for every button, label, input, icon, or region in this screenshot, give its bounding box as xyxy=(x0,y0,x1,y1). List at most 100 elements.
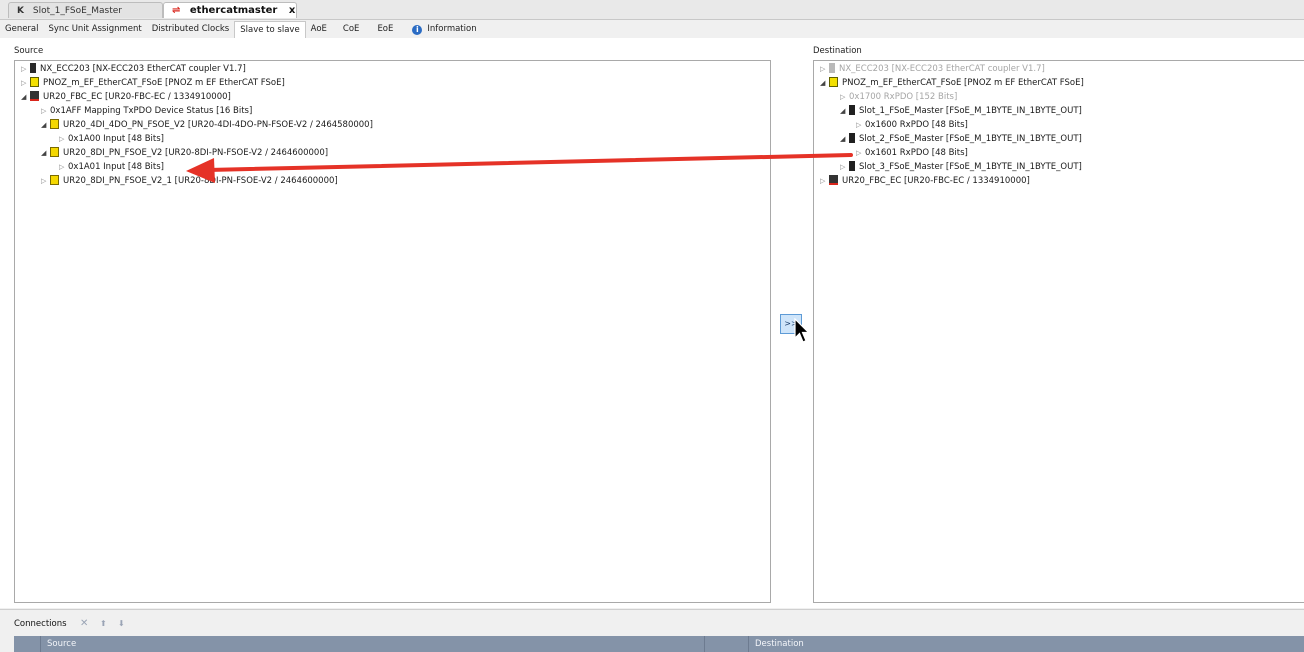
coupler-icon xyxy=(30,91,39,101)
close-icon[interactable]: x xyxy=(289,5,295,16)
editor-tab-bar: General Sync Unit Assignment Distributed… xyxy=(0,21,1304,39)
tree-item[interactable]: ◢ UR20_FBC_EC [UR20-FBC-EC / 1334910000] xyxy=(21,91,231,104)
module-icon xyxy=(50,147,59,157)
tab-information[interactable]: i Information xyxy=(407,21,481,38)
tree-item-label: UR20_FBC_EC [UR20-FBC-EC / 1334910000] xyxy=(842,176,1030,186)
delete-icon[interactable]: ✕ xyxy=(80,618,88,629)
expander-icon[interactable]: ▷ xyxy=(840,161,849,174)
expander-icon[interactable]: ◢ xyxy=(21,91,30,104)
tree-item-selected[interactable]: ▷ 0x1A01 Input [48 Bits] xyxy=(59,161,164,174)
slot-icon xyxy=(849,133,855,143)
tab-aoe[interactable]: AoE xyxy=(306,21,336,38)
tree-item-label: 0x1AFF Mapping TxPDO Device Status [16 B… xyxy=(50,106,253,116)
tree-item-label: NX_ECC203 [NX-ECC203 EtherCAT coupler V1… xyxy=(839,64,1045,74)
slot-icon: K xyxy=(17,6,24,16)
expander-icon[interactable]: ▷ xyxy=(820,175,829,188)
connections-grid-header: Source Destination xyxy=(14,636,1304,652)
coupler-icon xyxy=(829,175,838,185)
row-header-column xyxy=(14,636,40,652)
mouse-cursor-icon xyxy=(794,318,810,343)
doc-tab-label: ethercatmaster xyxy=(189,5,278,16)
tree-item[interactable]: ▷ NX_ECC203 [NX-ECC203 EtherCAT coupler V… xyxy=(21,63,246,76)
tree-item-label: 0x1600 RxPDO [48 Bits] xyxy=(865,120,968,130)
tree-item[interactable]: ▷ Slot_3_FSoE_Master [FSoE_M_1BYTE_IN_1BY… xyxy=(840,161,1082,174)
slot-icon xyxy=(849,161,855,171)
column-header-spacer xyxy=(704,636,748,652)
column-header-source[interactable]: Source xyxy=(40,636,704,652)
destination-tree[interactable]: ▷ NX_ECC203 [NX-ECC203 EtherCAT coupler V… xyxy=(813,60,1304,603)
tree-item-label: UR20_FBC_EC [UR20-FBC-EC / 1334910000] xyxy=(43,92,231,102)
tree-item[interactable]: ◢ Slot_2_FSoE_Master [FSoE_M_1BYTE_IN_1BY… xyxy=(840,133,1082,146)
expander-icon[interactable]: ▷ xyxy=(840,91,849,104)
doc-tab-label: Slot_1_FSoE_Master xyxy=(32,6,122,16)
destination-label: Destination xyxy=(813,46,862,56)
tree-item-label: 0x1A00 Input [48 Bits] xyxy=(68,134,164,144)
expander-icon[interactable]: ◢ xyxy=(41,119,50,132)
slot-icon xyxy=(849,105,855,115)
tree-item-label: 0x1700 RxPDO [152 Bits] xyxy=(849,92,958,102)
tree-item[interactable]: ◢ PNOZ_m_EF_EtherCAT_FSoE [PNOZ m EF Ethe… xyxy=(820,77,1084,90)
tree-item[interactable]: ◢ UR20_8DI_PN_FSOE_V2 [UR20-8DI-PN-FSOE-V… xyxy=(41,147,328,160)
tree-item[interactable]: ◢ UR20_4DI_4DO_PN_FSOE_V2 [UR20-4DI-4DO-P… xyxy=(41,119,373,132)
tree-item[interactable]: ◢ Slot_1_FSoE_Master [FSoE_M_1BYTE_IN_1BY… xyxy=(840,105,1082,118)
module-icon xyxy=(50,175,59,185)
module-icon xyxy=(50,119,59,129)
tree-item-label: Slot_3_FSoE_Master [FSoE_M_1BYTE_IN_1BYT… xyxy=(859,162,1082,172)
tree-item[interactable]: ▷ UR20_8DI_PN_FSOE_V2_1 [UR20-8DI-PN-FSOE… xyxy=(41,175,338,188)
tree-item[interactable]: ▷ 0x1700 RxPDO [152 Bits] xyxy=(840,91,957,104)
expander-icon[interactable]: ◢ xyxy=(840,105,849,118)
tree-item[interactable]: ▷ 0x1600 RxPDO [48 Bits] xyxy=(856,119,968,132)
tree-item[interactable]: ▷ UR20_FBC_EC [UR20-FBC-EC / 1334910000] xyxy=(820,175,1030,188)
pnoz-icon xyxy=(829,77,838,87)
tree-item-label: NX_ECC203 [NX-ECC203 EtherCAT coupler V1… xyxy=(40,64,246,74)
expander-icon[interactable]: ◢ xyxy=(41,147,50,160)
tree-item-selected[interactable]: ▷ 0x1601 RxPDO [48 Bits] xyxy=(856,147,968,160)
source-tree[interactable]: ▷ NX_ECC203 [NX-ECC203 EtherCAT coupler V… xyxy=(14,60,771,603)
move-up-icon[interactable]: ⬆ xyxy=(100,619,107,628)
expander-icon[interactable]: ◢ xyxy=(840,133,849,146)
pnoz-icon xyxy=(30,77,39,87)
connections-label: Connections xyxy=(14,619,67,629)
document-tab-bar: K Slot_1_FSoE_Master ⇌ ethercatmaster x xyxy=(0,0,1304,20)
expander-icon[interactable]: ◢ xyxy=(820,77,829,90)
tree-item-label: 0x1A01 Input [48 Bits] xyxy=(68,162,164,172)
tab-coe[interactable]: CoE xyxy=(336,21,372,38)
tree-item-label: Slot_1_FSoE_Master [FSoE_M_1BYTE_IN_1BYT… xyxy=(859,106,1082,116)
tab-general[interactable]: General xyxy=(0,21,44,38)
device-dim-icon xyxy=(829,63,835,73)
tab-information-label: Information xyxy=(427,24,477,34)
device-icon xyxy=(30,63,36,73)
info-icon: i xyxy=(412,25,423,35)
column-header-destination[interactable]: Destination xyxy=(748,636,1304,652)
ethercat-icon: ⇌ xyxy=(172,5,181,16)
tab-distributed-clocks[interactable]: Distributed Clocks xyxy=(147,21,235,38)
tree-item-label: PNOZ_m_EF_EtherCAT_FSoE [PNOZ m EF Ether… xyxy=(842,78,1084,88)
source-label: Source xyxy=(14,46,44,56)
expander-icon[interactable]: ▷ xyxy=(21,77,30,90)
tree-item-label: UR20_4DI_4DO_PN_FSOE_V2 [UR20-4DI-4DO-PN… xyxy=(63,120,373,130)
expander-icon[interactable]: ▷ xyxy=(856,119,865,132)
tree-item[interactable]: ▷ 0x1AFF Mapping TxPDO Device Status [16 … xyxy=(41,105,252,118)
doc-tab-slot-1-fsoe-master[interactable]: K Slot_1_FSoE_Master xyxy=(8,2,163,18)
expander-icon[interactable]: ▷ xyxy=(41,175,50,188)
tree-item[interactable]: ▷ NX_ECC203 [NX-ECC203 EtherCAT coupler V… xyxy=(820,63,1045,76)
tab-eoe[interactable]: EoE xyxy=(371,21,407,38)
move-down-icon[interactable]: ⬇ xyxy=(118,619,125,628)
expander-icon[interactable]: ▷ xyxy=(856,147,865,160)
tab-sync-unit-assignment[interactable]: Sync Unit Assignment xyxy=(44,21,147,38)
tab-slave-to-slave[interactable]: Slave to slave xyxy=(234,21,306,39)
expander-icon[interactable]: ▷ xyxy=(21,63,30,76)
tree-item[interactable]: ▷ 0x1A00 Input [48 Bits] xyxy=(59,133,164,146)
tree-item-label: Slot_2_FSoE_Master [FSoE_M_1BYTE_IN_1BYT… xyxy=(859,134,1082,144)
expander-icon[interactable]: ▷ xyxy=(59,133,68,146)
tree-item-label: 0x1601 RxPDO [48 Bits] xyxy=(865,148,968,158)
tree-item-label: UR20_8DI_PN_FSOE_V2 [UR20-8DI-PN-FSOE-V2… xyxy=(63,148,329,158)
connections-toolbar: Connections ✕ ⬆ ⬇ xyxy=(0,609,1304,637)
tree-item[interactable]: ▷ PNOZ_m_EF_EtherCAT_FSoE [PNOZ m EF Ethe… xyxy=(21,77,285,90)
doc-tab-ethercatmaster[interactable]: ⇌ ethercatmaster x xyxy=(163,2,297,18)
expander-icon[interactable]: ▷ xyxy=(59,161,68,174)
tree-item-label: UR20_8DI_PN_FSOE_V2_1 [UR20-8DI-PN-FSOE-… xyxy=(63,176,338,186)
tree-item-label: PNOZ_m_EF_EtherCAT_FSoE [PNOZ m EF Ether… xyxy=(43,78,285,88)
expander-icon[interactable]: ▷ xyxy=(41,105,50,118)
expander-icon[interactable]: ▷ xyxy=(820,63,829,76)
